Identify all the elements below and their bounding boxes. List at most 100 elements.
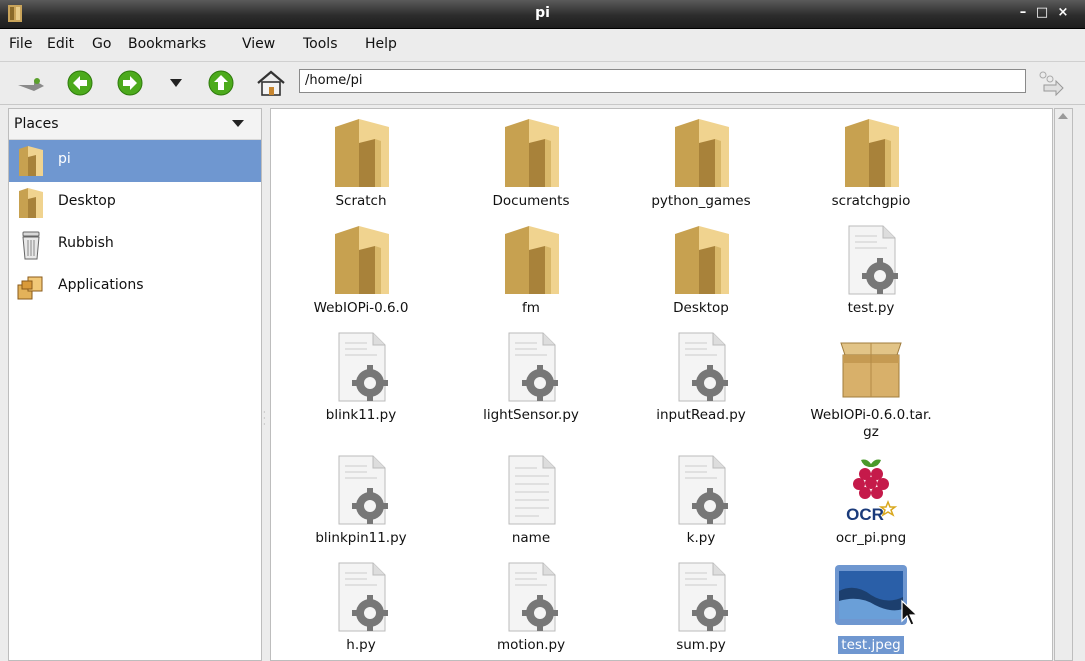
raspberry-pi-logo-icon: OCR [846,459,898,524]
script-file-icon [848,225,898,295]
sidebar-item-pi[interactable]: pi [9,140,261,182]
file-name: lightSensor.py [483,407,579,423]
script-file-icon [338,332,388,402]
window-title: pi [535,5,550,21]
places-dropdown-icon[interactable] [232,120,244,127]
script-file-icon [338,562,388,632]
up-icon[interactable] [208,70,234,96]
file-name: h.py [346,637,376,653]
menu-view[interactable]: View [242,36,275,52]
folder-item[interactable]: Scratch [286,117,436,227]
script-file-icon [678,455,728,525]
folder-icon [505,226,559,294]
mouse-pointer-icon [901,599,919,626]
toolbar: /home/pi [0,62,1085,105]
file-item[interactable]: lightSensor.py [456,331,606,441]
file-name: sum.py [676,637,726,653]
file-item[interactable]: test.py [796,224,946,334]
file-name: fm [522,300,540,316]
ocr-logo-text: OCR [846,505,884,524]
file-item[interactable]: k.py [626,454,776,564]
maximize-button[interactable]: □ [1034,4,1050,22]
sidebar-item-rubbish[interactable]: Rubbish [9,224,261,266]
file-name: test.jpeg [796,636,946,654]
menu-file[interactable]: File [9,36,32,52]
image-file-icon [835,565,907,625]
file-name: motion.py [496,637,566,653]
file-item[interactable]: inputRead.py [626,331,776,441]
menu-go[interactable]: Go [92,36,111,52]
folder-item[interactable]: python_games [626,117,776,227]
applications-icon [17,276,43,300]
file-item[interactable]: OCR ocr_pi.png [796,454,946,564]
sidebar-item-label: Desktop [58,193,116,209]
title-bar: pi – □ × [0,0,1085,29]
script-file-icon [508,562,558,632]
file-name: blink11.py [325,407,397,423]
file-name: blinkpin11.py [315,530,407,546]
file-item[interactable]: sum.py [626,561,776,660]
sidebar-item-label: Rubbish [58,235,114,251]
go-icon[interactable] [1036,69,1064,97]
selected-file-label: test.jpeg [838,636,904,654]
menu-bar: File Edit Go Bookmarks View Tools Help [0,29,1085,62]
back-icon[interactable] [67,70,93,96]
history-dropdown-icon[interactable] [170,79,182,87]
folder-item[interactable]: fm [456,224,606,334]
file-name: Documents [492,193,570,209]
folder-item[interactable]: Documents [456,117,606,227]
close-button[interactable]: × [1055,4,1071,22]
folder-item[interactable]: WebIOPi-0.6.0 [286,224,436,334]
folder-item[interactable]: Desktop [626,224,776,334]
folder-item[interactable]: scratchgpio [796,117,946,227]
folder-icon [845,119,899,187]
file-name: Desktop [673,300,729,316]
desktop-folder-icon [19,188,43,218]
scroll-up-icon[interactable] [1058,113,1068,119]
sidebar-item-applications[interactable]: Applications [9,266,261,308]
menu-edit[interactable]: Edit [47,36,74,52]
file-item[interactable]: name [456,454,606,564]
forward-icon[interactable] [117,70,143,96]
vertical-scrollbar[interactable] [1054,108,1073,661]
menu-bookmarks[interactable]: Bookmarks [128,36,206,52]
menu-help[interactable]: Help [365,36,397,52]
file-view: Scratch Documents python_games scratchgp… [270,108,1053,661]
sidebar-item-label: pi [58,151,71,167]
script-file-icon [678,562,728,632]
pane-splitter[interactable]: · · · [263,409,266,429]
file-name: inputRead.py [656,407,746,423]
file-name: scratchgpio [831,193,911,209]
folder-icon [505,119,559,187]
folder-icon [335,119,389,187]
menu-tools[interactable]: Tools [303,36,338,52]
text-file-icon [508,455,556,525]
file-item-selected[interactable]: test.jpeg [796,561,946,660]
file-name: test.py [847,300,895,316]
file-name: k.py [686,530,716,546]
file-name: WebIOPi-0.6.0 [313,300,409,316]
minimize-button[interactable]: – [1015,4,1031,22]
file-item[interactable]: blink11.py [286,331,436,441]
file-name: WebIOPi-0.6.0.tar. gz [810,407,932,440]
new-tab-icon[interactable] [16,75,46,91]
places-sidebar: Places pi Desktop Rubbish Applications [8,108,262,661]
home-icon[interactable] [256,69,286,97]
file-name: ocr_pi.png [835,530,907,546]
script-file-icon [508,332,558,402]
archive-icon [840,342,902,398]
script-file-icon [678,332,728,402]
home-folder-icon [19,146,43,176]
file-name: python_games [651,193,751,209]
file-name: Scratch [335,193,387,209]
file-item[interactable]: motion.py [456,561,606,660]
sidebar-item-label: Applications [58,277,144,293]
file-item[interactable]: blinkpin11.py [286,454,436,564]
location-input[interactable]: /home/pi [299,69,1026,93]
sidebar-item-desktop[interactable]: Desktop [9,182,261,224]
places-header: Places [9,109,261,140]
places-title: Places [14,116,59,132]
file-item[interactable]: WebIOPi-0.6.0.tar. gz [796,331,946,441]
file-item[interactable]: h.py [286,561,436,660]
trash-icon [22,231,40,260]
